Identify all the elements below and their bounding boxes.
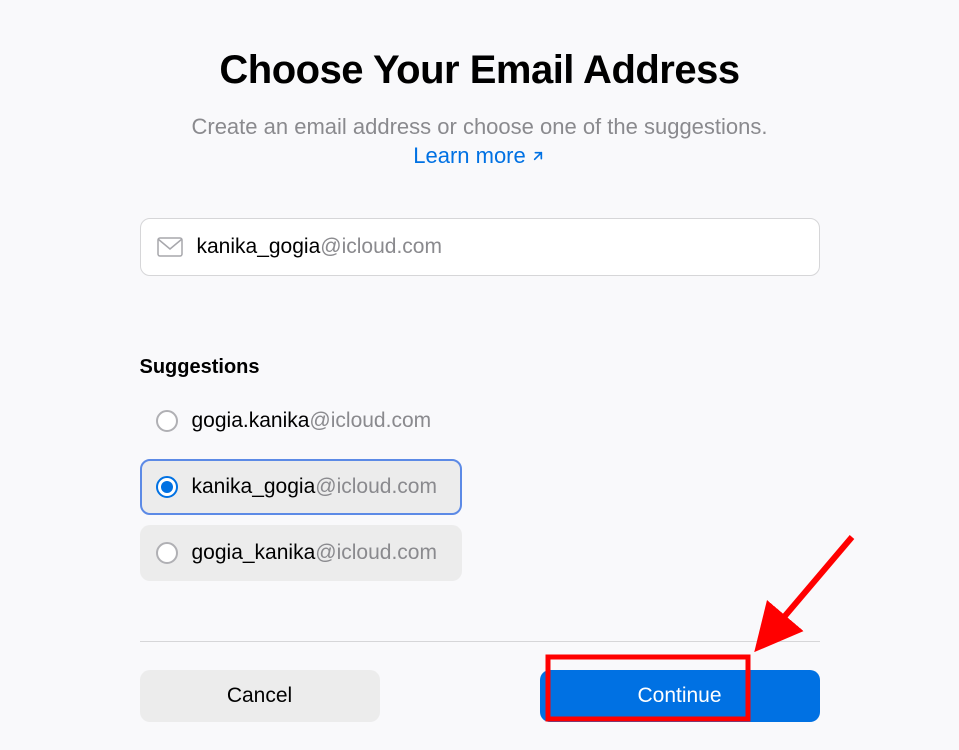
learn-more-link[interactable]: Learn more: [413, 142, 546, 171]
email-local: kanika_gogia: [197, 235, 321, 258]
page-subtitle-wrap: Create an email address or choose one of…: [140, 113, 820, 170]
email-field-wrap: kanika_gogia@icloud.com: [140, 218, 820, 276]
cancel-button[interactable]: Cancel: [140, 670, 380, 722]
suggestion-item[interactable]: gogia_kanika@icloud.com: [140, 525, 462, 581]
suggestion-label: gogia.kanika@icloud.com: [192, 409, 432, 433]
radio-icon: [156, 410, 178, 432]
suggestion-label: gogia_kanika@icloud.com: [192, 541, 437, 565]
suggestions-heading: Suggestions: [140, 356, 820, 379]
suggestion-local: kanika_gogia: [192, 475, 316, 498]
suggestion-label: kanika_gogia@icloud.com: [192, 475, 437, 499]
suggestions-list: gogia.kanika@icloud.com kanika_gogia@icl…: [140, 393, 820, 581]
page-title: Choose Your Email Address: [140, 48, 820, 93]
suggestion-local: gogia.kanika: [192, 409, 310, 432]
email-value: kanika_gogia@icloud.com: [197, 235, 442, 259]
main-container: Choose Your Email Address Create an emai…: [140, 0, 820, 722]
envelope-icon: [157, 237, 183, 257]
footer-buttons: Cancel Continue: [140, 670, 820, 722]
continue-button[interactable]: Continue: [540, 670, 820, 722]
email-domain: @icloud.com: [320, 235, 442, 258]
suggestion-item[interactable]: gogia.kanika@icloud.com: [140, 393, 462, 449]
email-input[interactable]: kanika_gogia@icloud.com: [140, 218, 820, 276]
suggestion-domain: @icloud.com: [315, 475, 437, 498]
suggestion-local: gogia_kanika: [192, 541, 316, 564]
radio-icon: [156, 542, 178, 564]
suggestion-item[interactable]: kanika_gogia@icloud.com: [140, 459, 462, 515]
learn-more-label: Learn more: [413, 142, 526, 171]
suggestion-domain: @icloud.com: [309, 409, 431, 432]
suggestion-domain: @icloud.com: [315, 541, 437, 564]
radio-icon: [156, 476, 178, 498]
page-subtitle: Create an email address or choose one of…: [191, 114, 767, 139]
divider: [140, 641, 820, 642]
external-link-icon: [530, 148, 546, 164]
